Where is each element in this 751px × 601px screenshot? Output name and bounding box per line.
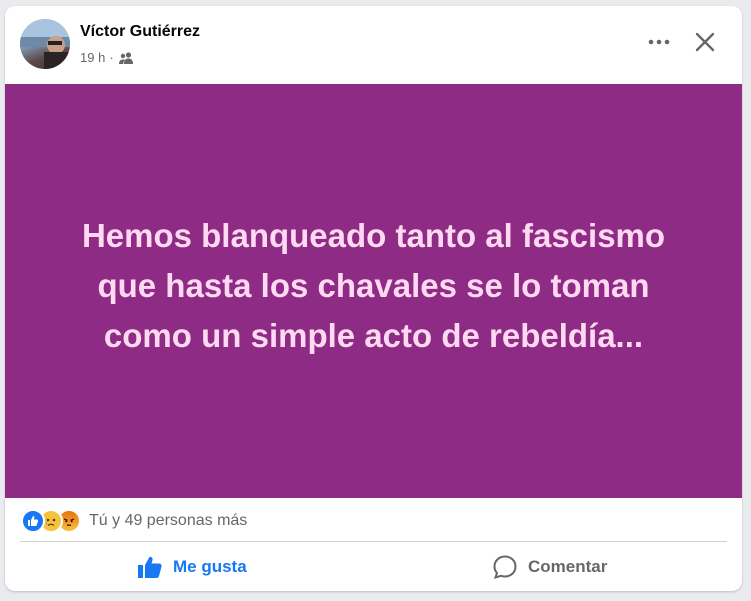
- post-card: Víctor Gutiérrez 19 h · Hemos blanqueado…: [5, 6, 742, 591]
- close-icon: [695, 32, 715, 52]
- friends-icon[interactable]: [118, 51, 134, 65]
- like-button[interactable]: Me gusta: [137, 548, 247, 586]
- reactions-count-text[interactable]: Tú y 49 personas más: [89, 512, 247, 530]
- post-header: Víctor Gutiérrez 19 h ·: [5, 6, 742, 84]
- post-time[interactable]: 19 h: [80, 50, 105, 65]
- post-text: Hemos blanqueado tanto al fascismo que h…: [81, 217, 666, 354]
- avatar[interactable]: [20, 19, 70, 69]
- comment-button-label: Comentar: [528, 557, 608, 576]
- close-button[interactable]: [691, 28, 719, 56]
- reactions-summary[interactable]: Tú y 49 personas más: [21, 509, 247, 533]
- like-reaction-icon: [21, 509, 45, 533]
- more-icon: [648, 39, 670, 45]
- post-background[interactable]: Hemos blanqueado tanto al fascismo que h…: [5, 84, 742, 498]
- post-meta: 19 h ·: [80, 50, 134, 65]
- comment-icon: [493, 555, 517, 580]
- like-button-label: Me gusta: [173, 557, 247, 576]
- divider: [20, 541, 727, 542]
- comment-button[interactable]: Comentar: [492, 548, 607, 586]
- more-options-button[interactable]: [645, 30, 673, 54]
- thumbs-up-icon: [138, 556, 162, 578]
- meta-separator: ·: [109, 50, 114, 65]
- author-name[interactable]: Víctor Gutiérrez: [80, 23, 200, 41]
